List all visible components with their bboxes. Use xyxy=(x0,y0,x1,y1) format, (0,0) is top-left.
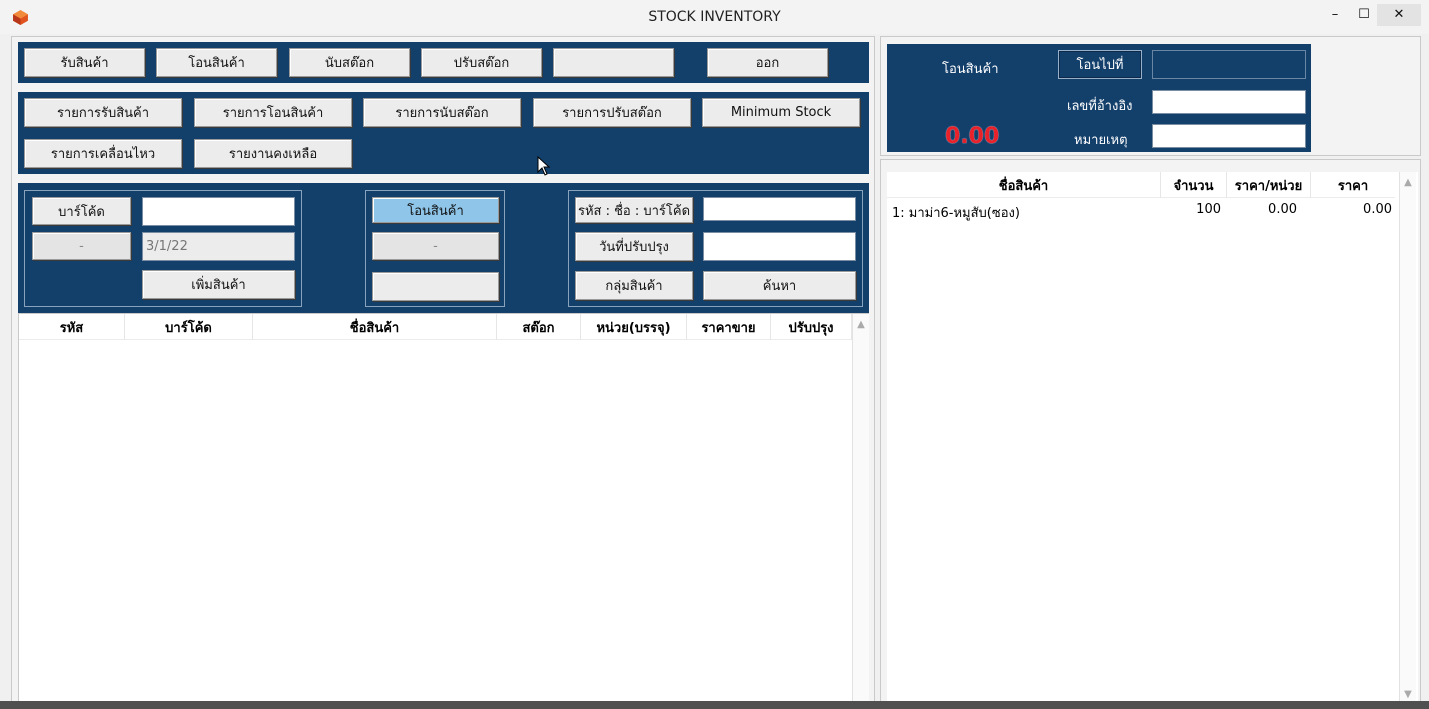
column-header[interactable]: ชื่อสินค้า xyxy=(253,314,497,340)
product-table-header: รหัส บาร์โค้ด ชื่อสินค้า สต๊อก หน่วย(บรร… xyxy=(19,314,852,340)
receive-button[interactable]: รับสินค้า xyxy=(24,48,145,77)
row-quantity: 100 xyxy=(1196,202,1221,217)
column-header[interactable]: ปรับปรุง xyxy=(771,314,852,340)
taskbar-edge xyxy=(0,701,1429,709)
vertical-scrollbar[interactable]: ▲ ▼ xyxy=(1399,172,1416,701)
movement-list-button[interactable]: รายการเคลื่อนไหว xyxy=(24,139,182,168)
mouse-cursor-icon xyxy=(537,156,551,176)
column-header[interactable]: ราคาขาย xyxy=(687,314,771,340)
column-header[interactable]: ราคา xyxy=(1311,172,1395,198)
product-table: รหัส บาร์โค้ด ชื่อสินค้า สต๊อก หน่วย(บรร… xyxy=(18,313,869,703)
count-stock-button[interactable]: นับสต๊อก xyxy=(289,48,410,77)
transfer-table-header: ชื่อสินค้า จำนวน ราคา/หน่วย ราคา xyxy=(887,172,1395,198)
note-label: หมายเหตุ xyxy=(1074,133,1128,148)
column-header[interactable]: จำนวน xyxy=(1161,172,1227,198)
transfer-to-input[interactable] xyxy=(1152,50,1306,79)
code-name-barcode-button[interactable]: รหัส : ชื่อ : บาร์โค้ด xyxy=(575,197,693,223)
transfer-button[interactable]: โอนสินค้า xyxy=(156,48,277,77)
scroll-down-icon[interactable]: ▼ xyxy=(1403,690,1413,700)
search-group: รหัส : ชื่อ : บาร์โค้ด วันที่ปรับปรุง กล… xyxy=(568,190,863,307)
add-item-button[interactable]: เพิ่มสินค้า xyxy=(142,270,295,299)
total-amount: 0.00 xyxy=(945,124,1000,149)
barcode-button[interactable]: บาร์โค้ด xyxy=(32,197,131,225)
report-toolbar: รายการรับสินค้า รายการโอนสินค้า รายการนั… xyxy=(18,92,869,174)
mode-group: โอนสินค้า - xyxy=(365,190,505,307)
note-input[interactable] xyxy=(1152,124,1306,148)
close-button[interactable]: ✕ xyxy=(1377,4,1421,26)
window-title: STOCK INVENTORY xyxy=(648,9,781,25)
scroll-up-icon[interactable]: ▲ xyxy=(856,320,866,330)
column-header[interactable]: ราคา/หน่วย xyxy=(1227,172,1311,198)
row-unit-price: 0.00 xyxy=(1268,202,1297,217)
column-header[interactable]: รหัส xyxy=(19,314,125,340)
adjust-list-button[interactable]: รายการปรับสต๊อก xyxy=(533,98,691,127)
update-date-button[interactable]: วันที่ปรับปรุง xyxy=(575,232,693,261)
reference-label: เลขที่อ้างอิง xyxy=(1067,99,1133,114)
scroll-up-icon[interactable]: ▲ xyxy=(1403,178,1413,188)
dash-button[interactable]: - xyxy=(32,232,131,260)
column-header[interactable]: หน่วย(บรรจุ) xyxy=(581,314,687,340)
product-group-button[interactable]: กลุ่มสินค้า xyxy=(575,271,693,300)
mode-blank-button[interactable] xyxy=(372,272,499,301)
adjust-stock-button[interactable]: ปรับสต๊อก xyxy=(421,48,542,77)
exit-button[interactable]: ออก xyxy=(707,48,828,77)
column-header[interactable]: ชื่อสินค้า xyxy=(887,172,1161,198)
transfer-mode-button[interactable]: โอนสินค้า xyxy=(372,197,499,223)
blank-button[interactable] xyxy=(553,48,674,77)
mode-dash-button[interactable]: - xyxy=(372,232,499,260)
vertical-scrollbar[interactable]: ▲ xyxy=(852,314,869,702)
entry-group: บาร์โค้ด - 3/1/22 เพิ่มสินค้า xyxy=(24,190,302,307)
remaining-report-button[interactable]: รายงานคงเหลือ xyxy=(194,139,352,168)
row-price: 0.00 xyxy=(1363,202,1392,217)
code-search-input[interactable] xyxy=(703,197,856,221)
transfer-table: ชื่อสินค้า จำนวน ราคา/หน่วย ราคา 1: มาม่… xyxy=(887,172,1418,703)
transfer-panel-title: โอนสินค้า xyxy=(942,62,999,77)
barcode-input[interactable] xyxy=(142,197,295,226)
transfer-list-button[interactable]: รายการโอนสินค้า xyxy=(194,98,352,127)
receive-list-button[interactable]: รายการรับสินค้า xyxy=(24,98,182,127)
reference-input[interactable] xyxy=(1152,90,1306,114)
minimum-stock-button[interactable]: Minimum Stock xyxy=(702,98,860,127)
column-header[interactable]: บาร์โค้ด xyxy=(125,314,253,340)
minimize-button[interactable]: – xyxy=(1320,4,1350,26)
transfer-to-button[interactable]: โอนไปที่ xyxy=(1058,50,1142,79)
search-button[interactable]: ค้นหา xyxy=(703,271,856,300)
main-toolbar: รับสินค้า โอนสินค้า นับสต๊อก ปรับสต๊อก อ… xyxy=(18,42,869,83)
count-list-button[interactable]: รายการนับสต๊อก xyxy=(363,98,521,127)
column-header[interactable]: สต๊อก xyxy=(497,314,581,340)
row-product-name: 1: มาม่า6-หมูสับ(ซอง) xyxy=(892,206,1020,221)
date-field[interactable]: 3/1/22 xyxy=(142,232,295,261)
update-date-input[interactable] xyxy=(703,232,856,261)
title-bar: STOCK INVENTORY – ☐ ✕ xyxy=(0,0,1429,34)
maximize-button[interactable]: ☐ xyxy=(1349,4,1379,26)
table-row[interactable]: 1: มาม่า6-หมูสับ(ซอง) 100 0.00 0.00 xyxy=(887,199,1395,221)
transfer-panel: โอนสินค้า โอนไปที่ เลขที่อ้างอิง หมายเหต… xyxy=(887,44,1311,152)
